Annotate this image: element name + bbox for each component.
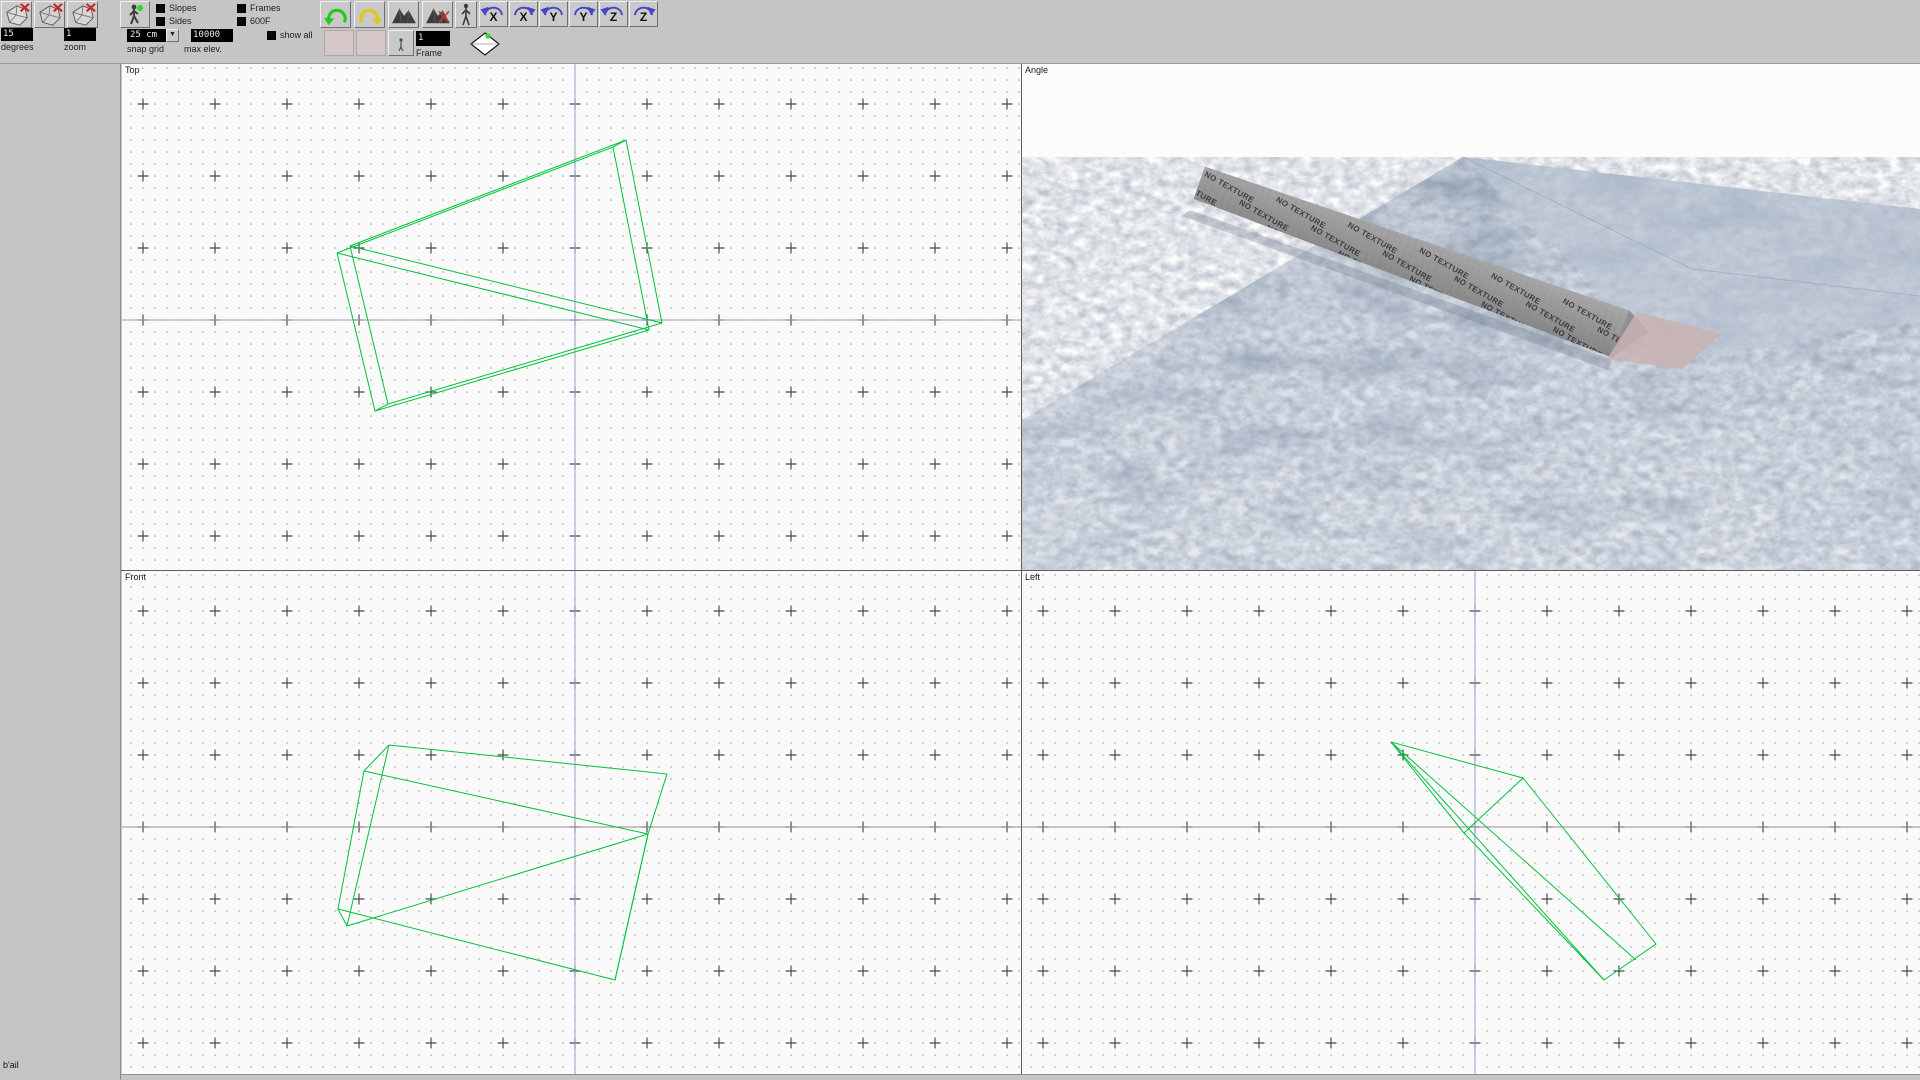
frames-checkbox-box[interactable] [237, 4, 246, 13]
undo-button[interactable] [320, 1, 351, 28]
axis-letter: Y [540, 10, 567, 24]
terrain-delete-button[interactable] [422, 1, 453, 28]
rotate-buttons: XXYYZZ [479, 1, 658, 27]
viewport-top-canvas[interactable] [122, 64, 1021, 570]
viewport-front[interactable]: Front [122, 571, 1021, 1074]
viewport-top[interactable]: Top [122, 64, 1021, 570]
texture-swatch-1-button[interactable] [324, 30, 354, 56]
600f-checkbox-label: 600F [250, 16, 271, 26]
rotate-x-cw-button[interactable]: X [509, 1, 538, 27]
zoom-label: zoom [64, 43, 86, 52]
small-figure-button[interactable] [388, 30, 414, 56]
piece-tool-2-button[interactable] [34, 1, 65, 28]
viewport-divider-horizontal [121, 570, 1920, 571]
max-elev-label: max elev. [184, 45, 222, 54]
rotate-x-ccw-button[interactable]: X [479, 1, 508, 27]
viewport-divider-vertical [1021, 64, 1022, 1074]
zoom-value: 1 [66, 29, 71, 39]
redo-arrow-icon [357, 4, 383, 26]
viewport-left-label: Left [1025, 572, 1040, 582]
walk-mode-button[interactable] [120, 1, 150, 28]
terrain-button[interactable] [388, 1, 419, 28]
frame-value: 1 [418, 33, 423, 43]
walker-button[interactable] [455, 1, 477, 28]
bottom-strip[interactable] [121, 1074, 1920, 1080]
sides-checkbox-box[interactable] [156, 17, 165, 26]
figure-green-dot-icon [122, 3, 148, 27]
texture-swatch-2-button[interactable] [356, 30, 386, 56]
redo-button[interactable] [354, 1, 385, 28]
viewport-left[interactable]: Left [1022, 571, 1920, 1074]
viewport-front-canvas[interactable] [122, 571, 1021, 1074]
axis-letter: Y [570, 10, 597, 24]
sides-checkbox-label: Sides [169, 16, 192, 26]
snap-grid-label: snap grid [127, 45, 164, 54]
cube-red-x-icon [36, 3, 64, 27]
viewport-left-canvas[interactable] [1022, 571, 1920, 1074]
diamond-marker-icon[interactable] [466, 30, 504, 58]
axis-letter: X [480, 10, 507, 24]
rotate-z-ccw-button[interactable]: Z [599, 1, 628, 27]
viewport-angle[interactable]: Angle [1022, 64, 1920, 570]
rotate-y-cw-button[interactable]: Y [569, 1, 598, 27]
figure-icon [459, 3, 473, 27]
max-elev-value: 10000 [193, 30, 220, 40]
rotate-y-ccw-button[interactable]: Y [539, 1, 568, 27]
viewport-top-label: Top [125, 65, 140, 75]
undo-arrow-icon [323, 4, 349, 26]
degrees-label: degrees [1, 43, 34, 52]
show-all-checkbox-label: show all [280, 30, 313, 40]
frame-label: Frame [416, 49, 442, 58]
mountain-icon [390, 4, 418, 26]
piece-tool-3-button[interactable] [67, 1, 98, 28]
zoom-field[interactable]: 1 [64, 28, 96, 41]
snap-grid-select[interactable]: 25 cm ▼ [127, 29, 179, 42]
axis-letter: Z [630, 10, 657, 24]
axis-letter: Z [600, 10, 627, 24]
600f-checkbox[interactable]: 600F [237, 16, 271, 26]
cube-red-x-icon [3, 3, 31, 27]
slopes-checkbox[interactable]: Slopes [156, 3, 197, 13]
viewport-front-label: Front [125, 572, 146, 582]
sides-checkbox[interactable]: Sides [156, 16, 192, 26]
left-sidebar: b'ail [0, 64, 121, 1080]
mountain-red-x-icon [424, 4, 452, 26]
viewport-angle-label: Angle [1025, 65, 1048, 75]
show-all-checkbox[interactable]: show all [267, 30, 313, 40]
degrees-field[interactable]: 15 [1, 28, 33, 41]
degrees-value: 15 [3, 29, 14, 39]
slopes-checkbox-box[interactable] [156, 4, 165, 13]
axis-letter: X [510, 10, 537, 24]
slopes-checkbox-label: Slopes [169, 3, 197, 13]
frames-checkbox[interactable]: Frames [237, 3, 281, 13]
show-all-checkbox-box[interactable] [267, 31, 276, 40]
frames-checkbox-label: Frames [250, 3, 281, 13]
frame-field[interactable]: 1 [416, 31, 450, 46]
max-elev-field[interactable]: 10000 [191, 29, 233, 42]
rotate-z-cw-button[interactable]: Z [629, 1, 658, 27]
600f-checkbox-box[interactable] [237, 17, 246, 26]
snap-grid-value: 25 cm [127, 29, 166, 42]
snap-grid-dropdown-button[interactable]: ▼ [166, 29, 179, 42]
status-text: b'ail [3, 1060, 19, 1070]
small-figure-icon [396, 34, 406, 52]
piece-tool-1-button[interactable] [1, 1, 32, 28]
toolbar: 15 degrees 1 zoom Slopes Frames Sides 60… [0, 0, 1920, 64]
cube-red-x-icon [69, 3, 97, 27]
viewport-angle-canvas[interactable]: NO TEXTURENO TEXTURENO TEXTURENO TEXTURE… [1022, 64, 1920, 570]
